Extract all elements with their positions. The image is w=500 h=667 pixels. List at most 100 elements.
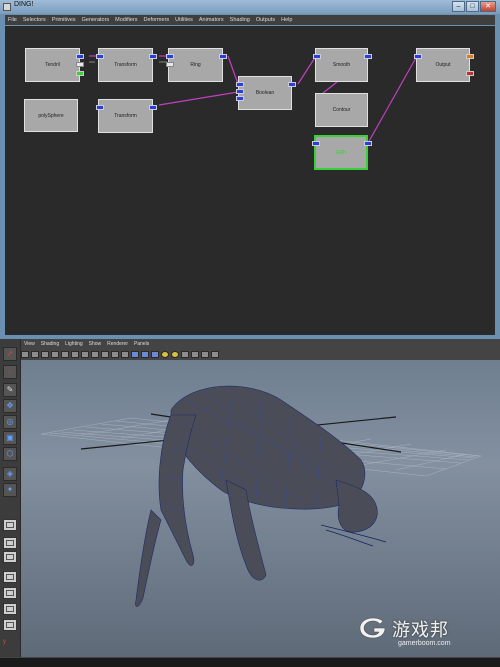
node-smooth[interactable]: Smooth <box>313 48 372 82</box>
output-port[interactable] <box>76 62 84 67</box>
soft-select-tool-icon[interactable]: ◈ <box>3 467 17 481</box>
app-icon <box>3 3 11 11</box>
menu-selectors[interactable]: Selectors <box>20 17 49 23</box>
menu-utilities[interactable]: Utilities <box>172 17 196 23</box>
input-port[interactable] <box>236 89 244 94</box>
wire-smooth-contour <box>322 81 338 94</box>
perspective-viewport[interactable] <box>21 360 500 657</box>
input-port[interactable] <box>166 54 174 59</box>
four-pane-layout-icon[interactable] <box>3 537 17 549</box>
last-tool-icon[interactable]: ✦ <box>3 483 17 497</box>
node-contour[interactable]: Contour <box>315 93 368 127</box>
camera-select-icon[interactable] <box>21 350 29 358</box>
xray-icon[interactable] <box>191 350 199 358</box>
node-selected[interactable]: GRN <box>312 135 372 170</box>
menu-animators[interactable]: Animators <box>196 17 227 23</box>
output-port[interactable] <box>466 71 474 76</box>
output-port[interactable] <box>364 141 372 146</box>
bookmark-icon[interactable] <box>41 350 49 358</box>
menu-primitives[interactable]: Primitives <box>49 17 79 23</box>
output-port[interactable] <box>76 71 84 76</box>
node-transform[interactable]: Transform <box>96 99 157 133</box>
menu-help[interactable]: Help <box>278 17 295 23</box>
shadows-icon[interactable] <box>181 350 189 358</box>
minimize-button[interactable]: – <box>452 1 465 12</box>
output-port[interactable] <box>364 54 372 59</box>
menu-show[interactable]: Show <box>86 341 105 349</box>
wire-transform-boolean <box>158 91 239 106</box>
output-port[interactable] <box>76 54 84 59</box>
manipulator-tool-icon[interactable]: ⬡ <box>3 447 17 461</box>
node-output[interactable]: Output <box>414 48 474 82</box>
output-port[interactable] <box>466 54 474 59</box>
menu-generators[interactable]: Generators <box>79 17 113 23</box>
menu-deformers[interactable]: Deformers <box>140 17 172 23</box>
gate-mask-icon[interactable] <box>91 350 99 358</box>
menu-renderer[interactable]: Renderer <box>104 341 131 349</box>
smooth-shade-icon[interactable] <box>141 350 149 358</box>
film-gate-icon[interactable] <box>71 350 79 358</box>
output-port[interactable] <box>149 105 157 110</box>
xray-joints-icon[interactable] <box>211 350 219 358</box>
node-transform[interactable]: Transform <box>96 48 157 82</box>
input-port[interactable] <box>236 82 244 87</box>
close-button[interactable]: ✕ <box>480 1 496 12</box>
input-port[interactable] <box>312 141 320 146</box>
input-port[interactable] <box>96 54 104 59</box>
gamerboom-logo-icon <box>359 617 386 639</box>
menu-modifiers[interactable]: Modifiers <box>112 17 140 23</box>
node-tendril[interactable]: Tendril <box>25 48 84 82</box>
lasso-tool-icon[interactable]: ◌ <box>3 365 17 379</box>
hypershade-layout-icon[interactable] <box>3 603 17 615</box>
two-pane-layout-icon[interactable] <box>3 551 17 563</box>
wire-ring-boolean <box>227 55 239 85</box>
viewport-toolbar <box>21 349 500 359</box>
watermark-chinese: 游戏邦 <box>392 620 449 641</box>
input-port[interactable] <box>236 96 244 101</box>
input-port[interactable] <box>96 105 104 110</box>
grid-icon[interactable] <box>61 350 69 358</box>
menu-shading[interactable]: Shading <box>38 341 62 349</box>
single-pane-layout-icon[interactable] <box>3 519 17 531</box>
menu-lighting[interactable]: Lighting <box>62 341 86 349</box>
safe-title-icon[interactable] <box>121 350 129 358</box>
camera-attributes-icon[interactable] <box>31 350 39 358</box>
output-port[interactable] <box>149 54 157 59</box>
node-label: Contour <box>332 107 351 113</box>
input-port[interactable] <box>166 62 174 67</box>
input-port[interactable] <box>313 54 321 59</box>
node-ring[interactable]: Ring <box>166 48 227 82</box>
graph-layout-icon[interactable] <box>3 587 17 599</box>
menu-file[interactable]: File <box>5 17 20 23</box>
node-graph-canvas[interactable]: Tendril Transform Ring polySphere Transf… <box>5 26 495 335</box>
output-port[interactable] <box>288 82 296 87</box>
output-port[interactable] <box>219 54 227 59</box>
resolution-gate-icon[interactable] <box>81 350 89 358</box>
paint-tool-icon[interactable]: ✎ <box>3 383 17 397</box>
menu-shading[interactable]: Shading <box>227 17 253 23</box>
menu-panels[interactable]: Panels <box>131 341 152 349</box>
input-port[interactable] <box>414 54 422 59</box>
safe-action-icon[interactable] <box>111 350 119 358</box>
select-tool-icon[interactable]: ➚ <box>3 347 17 361</box>
status-bar <box>0 658 500 667</box>
rotate-tool-icon[interactable]: ◎ <box>3 415 17 429</box>
isolate-select-icon[interactable] <box>201 350 209 358</box>
scale-tool-icon[interactable]: ▣ <box>3 431 17 445</box>
menu-outputs[interactable]: Outputs <box>253 17 278 23</box>
title-bar[interactable]: DING! – □ ✕ <box>0 0 500 14</box>
maximize-button[interactable]: □ <box>466 1 479 12</box>
render-layout-icon[interactable] <box>3 619 17 631</box>
wireframe-on-shaded-icon[interactable] <box>151 350 159 358</box>
default-lighting-icon[interactable] <box>161 350 169 358</box>
node-boolean[interactable]: Boolean <box>236 76 296 110</box>
node-polysphere[interactable]: polySphere <box>24 99 78 132</box>
image-plane-icon[interactable] <box>51 350 59 358</box>
node-label: polySphere <box>38 112 64 119</box>
menu-view[interactable]: View <box>21 341 38 349</box>
move-tool-icon[interactable]: ✥ <box>3 399 17 413</box>
field-chart-icon[interactable] <box>101 350 109 358</box>
all-lights-icon[interactable] <box>171 350 179 358</box>
wireframe-icon[interactable] <box>131 350 139 358</box>
outliner-layout-icon[interactable] <box>3 571 17 583</box>
